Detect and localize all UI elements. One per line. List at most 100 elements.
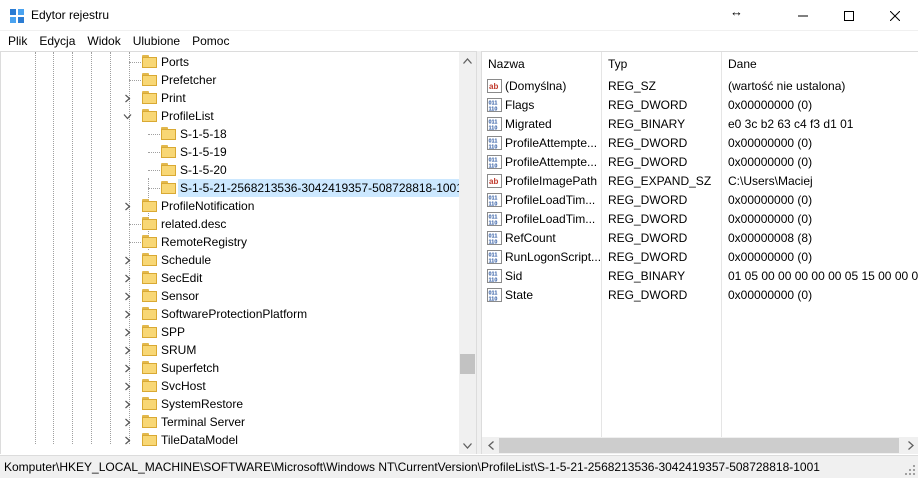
tree-item-label[interactable]: Terminal Server (159, 413, 247, 431)
expand-toggle-collapsed[interactable] (121, 305, 133, 323)
tree-item-label[interactable]: ProfileNotification (159, 197, 256, 215)
column-header-name[interactable]: Nazwa (482, 52, 602, 76)
value-data: 0x00000000 (0) (728, 288, 813, 302)
value-row[interactable]: 011 110 ProfileAttempte... REG_DWORD 0x00000… (482, 134, 918, 153)
maximize-button[interactable] (826, 0, 872, 31)
expand-toggle-expanded[interactable] (121, 107, 133, 125)
column-header-type[interactable]: Typ (602, 52, 722, 76)
tree-item-label[interactable]: SystemRestore (159, 395, 245, 413)
tree-item-label[interactable]: Superfetch (159, 359, 221, 377)
tree-item-label[interactable]: SecEdit (159, 269, 204, 287)
tree-item[interactable]: SPP (1, 323, 459, 341)
tree-item[interactable]: SystemRestore (1, 395, 459, 413)
expand-toggle-collapsed[interactable] (121, 269, 133, 287)
value-row[interactable]: ab ProfileImagePath REG_EXPAND_SZ C:\Users\… (482, 172, 918, 191)
tree-item-label[interactable]: SPP (159, 323, 187, 341)
menu-file[interactable]: Plik (2, 31, 33, 51)
tree-item[interactable]: Terminal Server (1, 413, 459, 431)
tree-item-label[interactable]: ProfileList (159, 107, 216, 125)
tree-item[interactable]: SoftwareProtectionPlatform (1, 305, 459, 323)
tree-item-label[interactable]: related.desc (159, 215, 228, 233)
expand-toggle-collapsed[interactable] (121, 341, 133, 359)
tree-item[interactable]: S-1-5-19 (1, 143, 459, 161)
expand-toggle-collapsed[interactable] (121, 323, 133, 341)
value-row[interactable]: 011 110 ProfileLoadTim... REG_DWORD 0x000000… (482, 210, 918, 229)
menu-edit[interactable]: Edycja (33, 31, 81, 51)
tree-item[interactable]: Print (1, 89, 459, 107)
tree-item-label[interactable]: Print (159, 89, 188, 107)
tree-item-label[interactable]: SRUM (159, 341, 198, 359)
tree-item[interactable]: Schedule (1, 251, 459, 269)
scroll-down-button[interactable] (459, 437, 476, 454)
tree-item[interactable]: TileDataModel (1, 431, 459, 449)
tree-item-label[interactable]: RemoteRegistry (159, 233, 249, 251)
expand-toggle-collapsed[interactable] (121, 287, 133, 305)
value-row[interactable]: 011 110 RefCount REG_DWORD 0x00000008 (8) (482, 229, 918, 248)
tree-item-label[interactable]: SvcHost (159, 377, 208, 395)
tree-item-label[interactable]: Prefetcher (159, 71, 218, 89)
value-row[interactable]: 011 110 Flags REG_DWORD 0x00000000 (0) (482, 96, 918, 115)
tree-item-label[interactable]: S-1-5-20 (178, 161, 229, 179)
scroll-thumb[interactable] (499, 438, 899, 453)
tree-item[interactable]: RemoteRegistry (1, 233, 459, 251)
value-name: ProfileImagePath (505, 174, 598, 188)
tree-item[interactable]: S-1-5-20 (1, 161, 459, 179)
tree-item[interactable]: S-1-5-18 (1, 125, 459, 143)
menu-help[interactable]: Pomoc (186, 31, 235, 51)
resize-grip-icon[interactable] (904, 464, 916, 476)
string-value-icon: ab (487, 79, 502, 93)
tree-item-label[interactable]: Sensor (159, 287, 201, 305)
chevron-right-icon (124, 418, 130, 426)
value-row[interactable]: 011 110 State REG_DWORD 0x00000000 (0) (482, 286, 918, 305)
menu-bar: Plik Edycja Widok Ulubione Pomoc (0, 31, 918, 51)
tree-item[interactable]: S-1-5-21-2568213536-3042419357-508728818… (1, 179, 465, 197)
menu-view[interactable]: Widok (81, 31, 126, 51)
column-header-data[interactable]: Dane (722, 52, 918, 76)
tree-item[interactable]: SvcHost (1, 377, 459, 395)
tree-item[interactable]: related.desc (1, 215, 459, 233)
tree-item[interactable]: Superfetch (1, 359, 459, 377)
menu-favorites[interactable]: Ulubione (127, 31, 186, 51)
tree-item-label[interactable]: S-1-5-21-2568213536-3042419357-508728818… (178, 179, 465, 197)
scroll-left-button[interactable] (482, 437, 499, 454)
value-row[interactable]: ab (Domyślna) REG_SZ (wartość nie ustalona) (482, 77, 918, 96)
tree-connector (129, 80, 141, 81)
tree-item-label[interactable]: SoftwareProtectionPlatform (159, 305, 309, 323)
expand-toggle-collapsed[interactable] (121, 413, 133, 431)
values-list[interactable]: Nazwa Typ Dane ab (Domyślna) REG_SZ (wartoś… (481, 51, 918, 454)
list-horizontal-scrollbar[interactable] (482, 437, 918, 454)
expand-toggle-collapsed[interactable] (121, 431, 133, 449)
tree-vertical-scrollbar[interactable] (459, 52, 476, 454)
value-row[interactable]: 011 110 Sid REG_BINARY 01 05 00 00 00 00 00 … (482, 267, 918, 286)
value-row[interactable]: 011 110 Migrated REG_BINARY e0 3c b2 63 c4 f… (482, 115, 918, 134)
scroll-right-button[interactable] (902, 437, 918, 454)
minimize-button[interactable] (780, 0, 826, 31)
folder-icon (142, 271, 157, 284)
tree-item[interactable]: Sensor (1, 287, 459, 305)
value-type: REG_EXPAND_SZ (608, 174, 712, 188)
tree-item[interactable]: Ports (1, 53, 459, 71)
value-row[interactable]: 011 110 RunLogonScript... REG_DWORD 0x000000… (482, 248, 918, 267)
tree-item-label[interactable]: TileDataModel (159, 431, 240, 449)
value-row[interactable]: 011 110 ProfileLoadTim... REG_DWORD 0x000000… (482, 191, 918, 210)
tree-item[interactable]: SecEdit (1, 269, 459, 287)
tree-item-label[interactable]: Schedule (159, 251, 213, 269)
registry-tree[interactable]: Ports Prefetcher Print ProfileList S-1-5-18 S… (0, 51, 477, 454)
tree-item[interactable]: ProfileNotification (1, 197, 459, 215)
scroll-up-button[interactable] (459, 52, 476, 69)
expand-toggle-collapsed[interactable] (121, 197, 133, 215)
tree-item-label[interactable]: Ports (159, 53, 191, 71)
scroll-thumb[interactable] (460, 354, 475, 374)
tree-item-label[interactable]: S-1-5-19 (178, 143, 229, 161)
tree-item[interactable]: Prefetcher (1, 71, 459, 89)
expand-toggle-collapsed[interactable] (121, 89, 133, 107)
expand-toggle-collapsed[interactable] (121, 359, 133, 377)
close-button[interactable] (872, 0, 918, 31)
expand-toggle-collapsed[interactable] (121, 251, 133, 269)
tree-item[interactable]: SRUM (1, 341, 459, 359)
expand-toggle-collapsed[interactable] (121, 377, 133, 395)
expand-toggle-collapsed[interactable] (121, 395, 133, 413)
tree-item[interactable]: ProfileList (1, 107, 459, 125)
tree-item-label[interactable]: S-1-5-18 (178, 125, 229, 143)
value-row[interactable]: 011 110 ProfileAttempte... REG_DWORD 0x00000… (482, 153, 918, 172)
